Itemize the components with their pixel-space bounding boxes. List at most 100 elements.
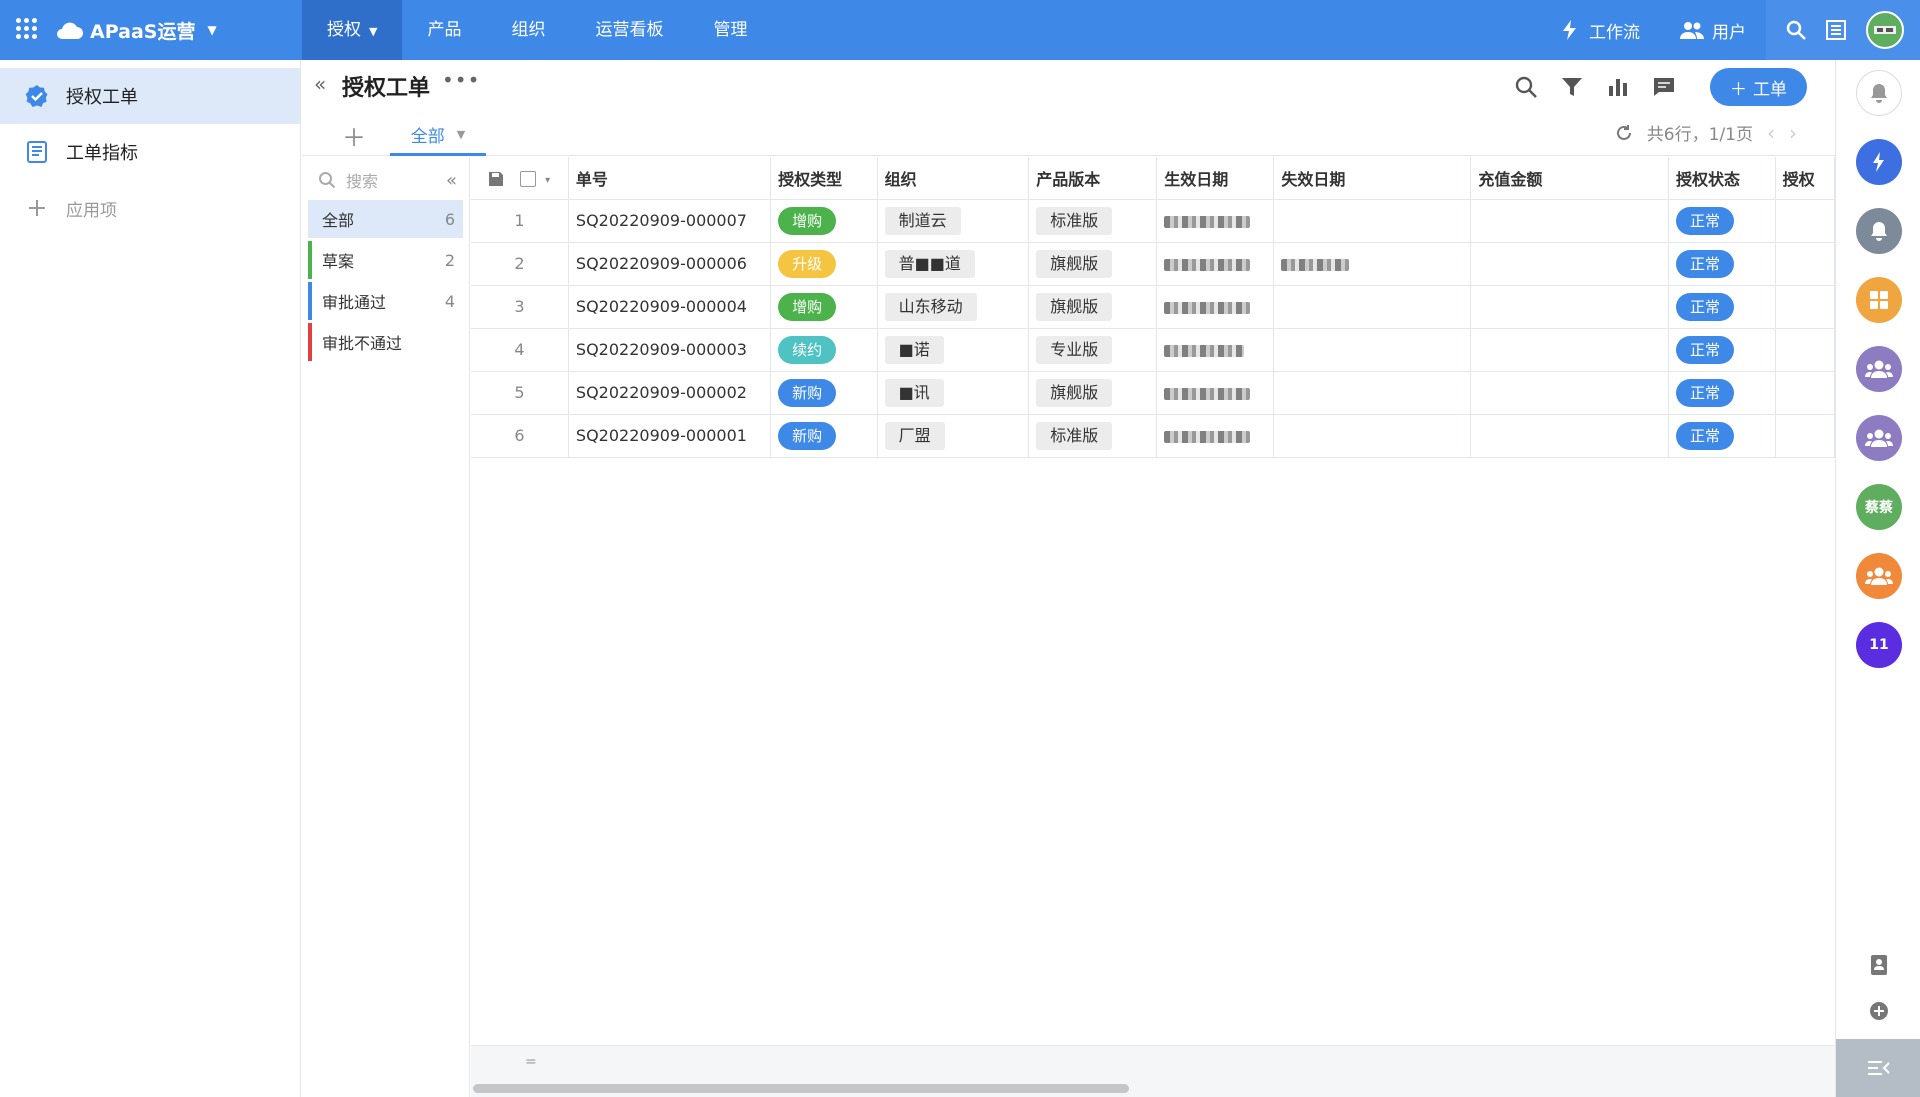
col-auth-extra[interactable]: 授权: [1775, 157, 1835, 200]
order-number[interactable]: SQ20220909-000004: [568, 285, 772, 329]
app-grid-icon[interactable]: [16, 18, 38, 40]
filter-icon[interactable]: [1560, 75, 1584, 99]
auth-type-pill: 新购: [778, 378, 837, 407]
filter-item[interactable]: 审批通过 4: [308, 282, 463, 320]
organization-tag[interactable]: 山东移动: [884, 292, 977, 321]
nav-admin[interactable]: 管理: [688, 0, 772, 60]
col-expiry-date[interactable]: 失效日期: [1273, 157, 1472, 200]
collapse-rail-button[interactable]: [1836, 1039, 1920, 1097]
tab-all[interactable]: 全部 ▼: [390, 116, 486, 156]
add-order-button[interactable]: ＋ 工单: [1710, 68, 1807, 106]
expiry-date-cell: [1273, 371, 1472, 415]
add-view-icon[interactable]: ＋: [342, 118, 366, 153]
filter-item[interactable]: 草案 2: [308, 241, 463, 279]
table-row[interactable]: 4 SQ20220909-000003 续约 ■诺 专业版 正常: [471, 328, 1835, 372]
filter-item-count: 4: [444, 291, 455, 311]
status-cell: 正常: [1668, 328, 1776, 372]
recharge-amount-cell: [1470, 285, 1670, 329]
nav-authorization[interactable]: 授权 ▼: [302, 0, 403, 60]
rail-button[interactable]: [1856, 139, 1902, 185]
col-auth-status[interactable]: 授权状态: [1668, 157, 1776, 200]
rail-button[interactable]: [1856, 346, 1902, 392]
status-cell: 正常: [1668, 285, 1776, 329]
search-icon[interactable]: [1514, 75, 1538, 99]
nav-dashboard[interactable]: 运营看板: [570, 0, 688, 60]
next-page-icon[interactable]: ›: [1789, 121, 1797, 145]
organization-tag[interactable]: 制道云: [884, 206, 961, 235]
sidebar-item-auth-orders[interactable]: 授权工单: [0, 68, 300, 124]
rail-button[interactable]: [1856, 415, 1902, 461]
order-number[interactable]: SQ20220909-000001: [568, 414, 772, 458]
filter-search[interactable]: 搜索 «: [302, 163, 469, 197]
group-icon: [1865, 428, 1893, 448]
col-auth-type[interactable]: 授权类型: [770, 157, 878, 200]
horizontal-scrollbar[interactable]: [473, 1084, 1129, 1093]
select-all-checkbox[interactable]: [519, 170, 536, 187]
organization-tag[interactable]: ■讯: [884, 378, 944, 407]
col-order-no[interactable]: 单号: [568, 157, 772, 200]
order-number[interactable]: SQ20220909-000006: [568, 242, 772, 286]
chart-icon[interactable]: [1606, 75, 1630, 99]
collapse-filter-icon[interactable]: «: [446, 170, 457, 191]
brand-switcher[interactable]: APaaS运营 ▼: [54, 14, 217, 46]
user-avatar[interactable]: [1866, 11, 1904, 49]
filter-item[interactable]: 审批不通过: [308, 323, 463, 361]
select-all-header[interactable]: ▾: [471, 157, 569, 200]
users-button[interactable]: 用户: [1660, 18, 1766, 43]
organization-cell: 制道云: [877, 199, 1030, 243]
table-row[interactable]: 5 SQ20220909-000002 新购 ■讯 旗舰版 正常: [471, 371, 1835, 415]
collapse-sidebar-icon[interactable]: «: [314, 72, 326, 96]
prev-page-icon[interactable]: ‹: [1767, 121, 1775, 145]
filter-item-count: 2: [444, 250, 455, 270]
rail-button[interactable]: [1856, 208, 1902, 254]
auth-extra-cell: [1775, 371, 1835, 415]
rail-button[interactable]: 11: [1856, 622, 1902, 668]
comment-icon[interactable]: [1652, 75, 1676, 99]
order-number[interactable]: SQ20220909-000002: [568, 371, 772, 415]
effective-date-cell: [1156, 371, 1275, 415]
effective-date-cell: [1156, 285, 1275, 329]
filter-item-label: 草案: [322, 252, 355, 271]
table-row[interactable]: 3 SQ20220909-000004 增购 山东移动 旗舰版 正常: [471, 285, 1835, 329]
nav-products[interactable]: 产品: [402, 0, 486, 60]
col-recharge-amount[interactable]: 充值金额: [1470, 157, 1670, 200]
sidebar-add-app-item[interactable]: 应用项: [0, 180, 300, 236]
redacted-date: [1164, 430, 1251, 443]
rail-button[interactable]: [1856, 277, 1902, 323]
refresh-icon[interactable]: [1615, 124, 1633, 142]
sidebar-item-order-metrics[interactable]: 工单指标: [0, 124, 300, 180]
top-bar: APaaS运营 ▼ 授权 ▼ 产品 组织 运营看板 管理 工作流 用户: [0, 0, 1920, 60]
order-number[interactable]: SQ20220909-000003: [568, 328, 772, 372]
list-icon[interactable]: [1826, 20, 1846, 40]
nav-organization[interactable]: 组织: [486, 0, 570, 60]
rail-button[interactable]: [1856, 553, 1902, 599]
brand-name: APaaS运营: [90, 20, 196, 43]
add-chat-icon[interactable]: [1868, 1000, 1890, 1022]
search-icon[interactable]: [1786, 20, 1806, 40]
footer-summary-symbol: =: [525, 1054, 537, 1070]
table-row[interactable]: 6 SQ20220909-000001 新购 厂盟 标准版 正常: [471, 414, 1835, 458]
contacts-icon[interactable]: [1868, 954, 1890, 976]
save-icon[interactable]: [488, 171, 504, 187]
table-row[interactable]: 1 SQ20220909-000007 增购 制道云 标准版 正常: [471, 199, 1835, 243]
filter-item-label: 审批通过: [322, 293, 387, 312]
organization-tag[interactable]: 厂盟: [884, 421, 945, 450]
group-icon: [1865, 359, 1893, 379]
bell-icon: [1868, 220, 1890, 242]
lightning-icon: [1563, 20, 1576, 40]
col-organization[interactable]: 组织: [877, 157, 1030, 200]
rail-button[interactable]: [1856, 70, 1902, 116]
table-row[interactable]: 2 SQ20220909-000006 升级 普■■道 旗舰版 正常: [471, 242, 1835, 286]
order-number[interactable]: SQ20220909-000007: [568, 199, 772, 243]
more-options-icon[interactable]: •••: [442, 68, 480, 92]
workflow-button[interactable]: 工作流: [1539, 18, 1660, 43]
row-index: 6: [471, 414, 569, 458]
filter-item[interactable]: 全部 6: [308, 200, 463, 238]
chevron-down-icon[interactable]: ▾: [545, 175, 550, 186]
rail-button[interactable]: 蔡蔡: [1856, 484, 1902, 530]
col-product-version[interactable]: 产品版本: [1028, 157, 1158, 200]
organization-tag[interactable]: ■诺: [884, 335, 944, 364]
col-effective-date[interactable]: 生效日期: [1156, 157, 1275, 200]
organization-tag[interactable]: 普■■道: [884, 249, 975, 278]
redacted-date: [1164, 215, 1251, 228]
